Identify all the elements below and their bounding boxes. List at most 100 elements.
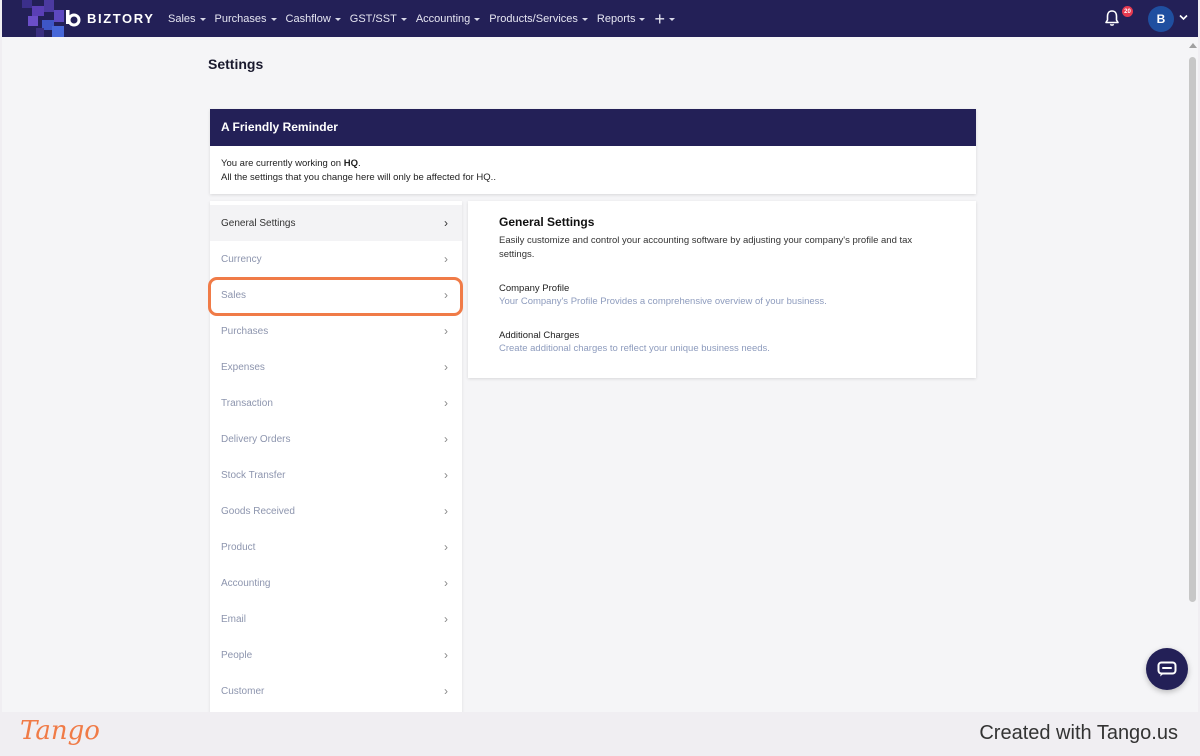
reminder-title: A Friendly Reminder [210,109,976,146]
tango-footer: Tango Created with Tango.us [0,712,1200,756]
sidebar-item-label: Expenses [221,361,265,373]
chevron-right-icon: › [444,216,448,230]
tango-logo: Tango [20,716,100,746]
company-profile-description: Your Company's Profile Provides a compre… [499,296,827,307]
sidebar-item-product[interactable]: Product › [210,529,462,565]
chat-support-button[interactable] [1146,648,1188,690]
menu-accounting[interactable]: Accounting [415,12,481,25]
reminder-line-1-prefix: You are currently working on [221,158,344,169]
chevron-right-icon: › [444,432,448,446]
plus-icon: + [654,8,665,29]
caret-down-icon [334,17,341,21]
sidebar-item-label: Product [221,541,256,553]
menu-sales[interactable]: Sales [168,13,206,25]
menu-purchases-label: Purchases [214,12,267,25]
caret-down-icon [474,17,481,21]
menu-reports-label: Reports [596,12,636,25]
sidebar-item-customer[interactable]: Customer › [210,673,462,709]
chevron-right-icon: › [444,612,448,626]
caret-down-icon [639,17,646,21]
user-avatar[interactable]: B [1148,6,1174,32]
menu-gst-sst[interactable]: GST/SST [350,13,407,25]
reminder-line-2: All the settings that you change here wi… [221,172,496,183]
company-profile-title: Company Profile [499,283,570,294]
sidebar-item-transaction[interactable]: Transaction › [210,385,462,421]
app-window: BIZTORY Sales Purchases Cashflow GST/SST… [2,0,1198,712]
sidebar-item-label: Transaction [221,397,273,409]
sidebar-item-label: Delivery Orders [221,433,291,445]
sidebar-item-email[interactable]: Email › [210,601,462,637]
reminder-body: You are currently working on HQ. All the… [210,146,976,185]
page-title: Settings [208,56,264,72]
sidebar-item-expenses[interactable]: Expenses › [210,349,462,385]
chevron-right-icon: › [444,468,448,482]
menu-quick-add[interactable]: + [654,10,675,28]
panel-title: General Settings [499,215,595,229]
sidebar-item-stock-transfer[interactable]: Stock Transfer › [210,457,462,493]
sidebar-item-label: Currency [221,253,262,265]
caret-down-icon [668,17,675,21]
chat-bubble-icon [1157,661,1177,677]
created-with-tango: Created with Tango.us [979,722,1178,744]
chevron-right-icon: › [444,396,448,410]
additional-charges-link[interactable]: Additional Charges Create additional cha… [499,329,945,356]
sidebar-item-label: Accounting [221,577,271,589]
sidebar-item-label: Stock Transfer [221,469,286,481]
menu-products-services[interactable]: Products/Services [489,13,588,25]
chevron-right-icon: › [444,252,448,266]
chevron-down-icon[interactable] [1179,14,1188,21]
menu-purchases[interactable]: Purchases [215,13,277,25]
general-settings-panel: General Settings Easily customize and co… [468,201,976,378]
notification-count-badge: 20 [1122,6,1133,17]
sidebar-item-label: Customer [221,685,265,697]
menu-cashflow[interactable]: Cashflow [286,13,341,25]
chevron-right-icon: › [444,684,448,698]
chevron-right-icon: › [444,504,448,518]
scroll-up-arrow-icon[interactable] [1189,43,1197,48]
sidebar-item-label: Goods Received [221,505,295,517]
company-profile-link[interactable]: Company Profile Your Company's Profile P… [499,282,945,309]
chevron-right-icon: › [444,648,448,662]
menu-sales-label: Sales [168,12,196,25]
menu-products-services-label: Products/Services [489,12,578,25]
sidebar-item-label: General Settings [221,217,296,229]
sidebar-item-accounting[interactable]: Accounting › [210,565,462,601]
sidebar-item-currency[interactable]: Currency › [210,241,462,277]
brand-pixel-decoration [2,0,72,37]
caret-down-icon [581,17,588,21]
friendly-reminder-card: A Friendly Reminder You are currently wo… [210,109,976,194]
sales-highlight-outline [208,277,463,316]
menu-cashflow-label: Cashflow [285,12,331,25]
menu-gst-sst-label: GST/SST [349,12,397,25]
sidebar-item-delivery-orders[interactable]: Delivery Orders › [210,421,462,457]
additional-charges-title: Additional Charges [499,330,580,341]
additional-charges-description: Create additional charges to reflect you… [499,343,770,354]
caret-down-icon [199,17,206,21]
sidebar-item-label: People [221,649,253,661]
menu-accounting-label: Accounting [415,12,471,25]
reminder-line-1: You are currently working on HQ. [221,157,965,171]
main-menu: Sales Purchases Cashflow GST/SST Account… [168,0,675,37]
reminder-line-1-suffix: . [357,158,361,169]
menu-reports[interactable]: Reports [597,13,646,25]
chevron-right-icon: › [444,540,448,554]
caret-down-icon [400,17,407,21]
brand-logo[interactable]: BIZTORY [64,9,155,27]
reminder-branch-name: HQ [343,158,358,169]
bell-icon [1105,10,1119,26]
sidebar-item-general-settings[interactable]: General Settings › [210,205,462,241]
sidebar-item-label: Purchases [221,325,269,337]
sidebar-item-purchases[interactable]: Purchases › [210,313,462,349]
caret-down-icon [270,17,277,21]
sidebar-item-label: Email [221,613,247,625]
brand-name: BIZTORY [87,10,155,26]
sidebar-item-goods-received[interactable]: Goods Received › [210,493,462,529]
sidebar-item-people[interactable]: People › [210,637,462,673]
scrollbar-thumb[interactable] [1189,57,1196,602]
top-navbar: BIZTORY Sales Purchases Cashflow GST/SST… [2,0,1198,37]
panel-description: Easily customize and control your accoun… [499,235,913,260]
chevron-right-icon: › [444,324,448,338]
chevron-right-icon: › [444,576,448,590]
chevron-right-icon: › [444,360,448,374]
biztory-logo-icon [66,10,81,27]
